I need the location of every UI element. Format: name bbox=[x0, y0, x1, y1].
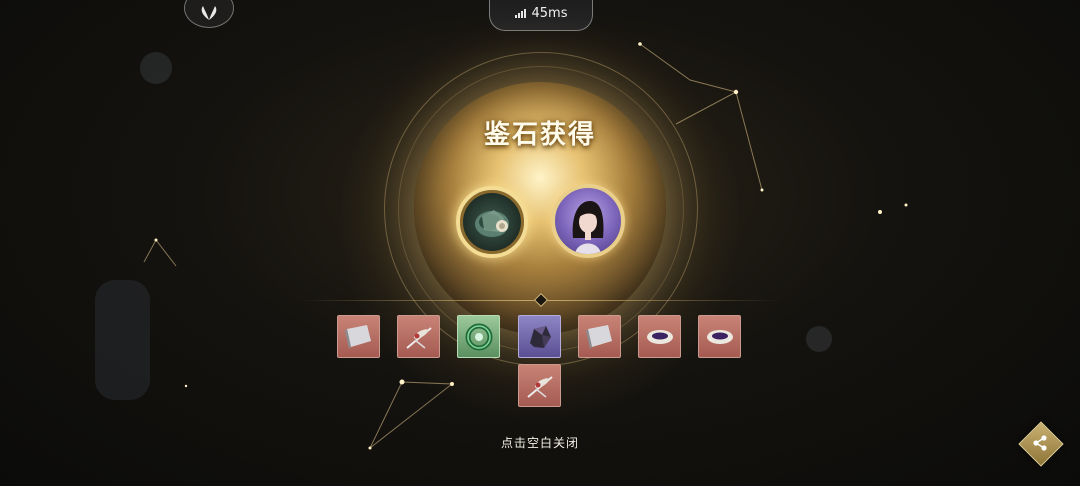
jade-stone-icon bbox=[475, 210, 509, 237]
ping-text: 45ms bbox=[531, 5, 568, 21]
reward-item-silver-plate[interactable] bbox=[578, 315, 621, 358]
reward-item-purple-bowl[interactable] bbox=[698, 315, 741, 358]
silver-plate-icon bbox=[585, 324, 612, 349]
hairpin-icon bbox=[405, 326, 432, 349]
dark-ore-icon bbox=[529, 325, 551, 348]
reward-item-hairpin[interactable] bbox=[518, 364, 561, 407]
reward-title: 鉴石获得 bbox=[483, 120, 596, 150]
jade-ring-icon bbox=[465, 323, 492, 350]
share-icon bbox=[1033, 435, 1047, 451]
character-portrait-icon bbox=[572, 200, 604, 254]
hairpin-icon bbox=[526, 375, 553, 398]
reward-item-dark-ore[interactable] bbox=[518, 315, 561, 358]
reward-item-purple-bowl[interactable] bbox=[638, 315, 681, 358]
jade-stone-token[interactable] bbox=[456, 186, 528, 258]
game-screen[interactable]: 45ms 鉴石获得 点击空白关闭 bbox=[0, 0, 1080, 486]
reward-item-silver-plate[interactable] bbox=[337, 315, 380, 358]
purple-bowl-icon bbox=[646, 329, 673, 344]
leaf-emblem-icon bbox=[201, 6, 217, 20]
silver-plate-icon bbox=[344, 324, 371, 349]
character-portrait-token[interactable] bbox=[551, 184, 625, 258]
reward-item-hairpin[interactable] bbox=[397, 315, 440, 358]
reward-item-jade-ring[interactable] bbox=[457, 315, 500, 358]
close-hint: 点击空白关闭 bbox=[500, 436, 579, 450]
purple-bowl-icon bbox=[706, 329, 733, 344]
signal-strength-icon bbox=[514, 8, 526, 18]
